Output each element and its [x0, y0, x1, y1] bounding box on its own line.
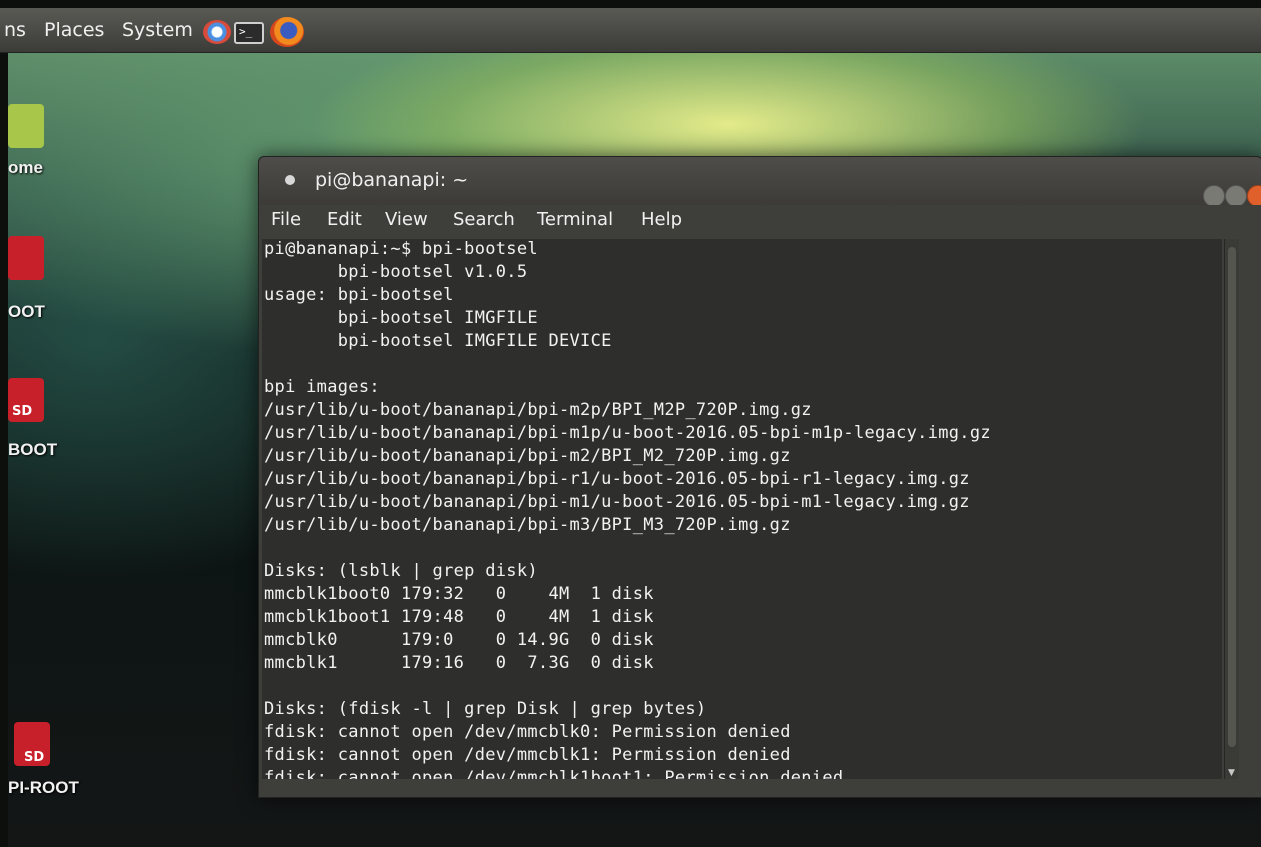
terminal-line: usage: bpi-bootsel [264, 285, 454, 305]
terminal-line: bpi-bootsel IMGFILE DEVICE [264, 331, 612, 351]
desktop-icon-label: OOT [8, 302, 45, 321]
window-title: pi@bananapi: ~ [315, 169, 469, 191]
scroll-down-arrow-icon[interactable]: ▼ [1228, 769, 1236, 778]
terminal-line: bpi-bootsel v1.0.5 [264, 262, 528, 282]
terminal-line: /usr/lib/u-boot/bananapi/bpi-m3/BPI_M3_7… [264, 515, 791, 535]
terminal-scrollbar[interactable]: ▼ [1224, 239, 1239, 779]
terminal-line: bpi images: [264, 377, 380, 397]
terminal-line: mmcblk0 179:0 0 14.9G 0 disk [264, 630, 654, 650]
terminal-line: mmcblk1boot1 179:48 0 4M 1 disk [264, 607, 654, 627]
panel-menu-applications[interactable]: ns [4, 19, 26, 41]
sd-card-icon: SD [14, 722, 50, 766]
menu-view[interactable]: View [385, 209, 428, 230]
menu-edit[interactable]: Edit [327, 209, 362, 230]
menu-file[interactable]: File [271, 209, 301, 230]
window-menu-icon[interactable] [285, 175, 295, 185]
sd-card-icon: SD [8, 378, 44, 422]
terminal-line: /usr/lib/u-boot/bananapi/bpi-m2/BPI_M2_7… [264, 446, 791, 466]
close-button[interactable] [1247, 185, 1261, 207]
terminal-line: fdisk: cannot open /dev/mmcblk0: Permiss… [264, 722, 791, 742]
terminal-line: Disks: (lsblk | grep disk) [264, 561, 538, 581]
terminal-titlebar[interactable]: pi@bananapi: ~ [259, 157, 1261, 207]
terminal-line: /usr/lib/u-boot/bananapi/bpi-r1/u-boot-2… [264, 469, 970, 489]
scrollbar-thumb[interactable] [1228, 247, 1236, 747]
sd-badge: SD [24, 750, 45, 765]
top-panel: ns Places System >_ [0, 8, 1261, 53]
terminal-line: pi@bananapi:~$ bpi-bootsel [264, 239, 538, 259]
terminal-menubar: File Edit View Search Terminal Help [259, 205, 1261, 239]
terminal-line: bpi-bootsel IMGFILE [264, 308, 538, 328]
menu-search[interactable]: Search [453, 209, 515, 230]
firefox-launcher-icon[interactable] [270, 17, 304, 47]
drive-icon [8, 236, 44, 280]
terminal-line: mmcblk1boot0 179:32 0 4M 1 disk [264, 584, 654, 604]
terminal-line: /usr/lib/u-boot/bananapi/bpi-m1/u-boot-2… [264, 492, 970, 512]
terminal-line: fdisk: cannot open /dev/mmcblk1boot1: Pe… [264, 768, 844, 779]
terminal-window: pi@bananapi: ~ File Edit View Search Ter… [258, 156, 1261, 798]
maximize-button[interactable] [1225, 185, 1247, 207]
terminal-line: /usr/lib/u-boot/bananapi/bpi-m2p/BPI_M2P… [264, 400, 812, 420]
terminal-line: /usr/lib/u-boot/bananapi/bpi-m1p/u-boot-… [264, 423, 991, 443]
minimize-button[interactable] [1203, 185, 1225, 207]
home-folder-icon [8, 104, 44, 148]
desktop-icon-label: BOOT [8, 440, 58, 459]
desktop-icon-label: ome [8, 158, 43, 177]
menu-terminal[interactable]: Terminal [537, 209, 613, 230]
terminal-launcher-icon[interactable]: >_ [234, 22, 264, 44]
sd-badge: SD [12, 404, 33, 419]
terminal-line: Disks: (fdisk -l | grep Disk | grep byte… [264, 699, 707, 719]
terminal-line: fdisk: cannot open /dev/mmcblk1: Permiss… [264, 745, 791, 765]
panel-menu-system[interactable]: System [122, 19, 193, 41]
panel-menu-places[interactable]: Places [44, 19, 104, 41]
menu-help[interactable]: Help [641, 209, 682, 230]
terminal-output[interactable]: pi@bananapi:~$ bpi-bootsel bpi-bootsel v… [262, 239, 1222, 779]
desktop-icon-label: PI-ROOT [8, 778, 79, 797]
terminal-line: mmcblk1 179:16 0 7.3G 0 disk [264, 653, 654, 673]
chrome-launcher-icon[interactable] [203, 20, 231, 44]
